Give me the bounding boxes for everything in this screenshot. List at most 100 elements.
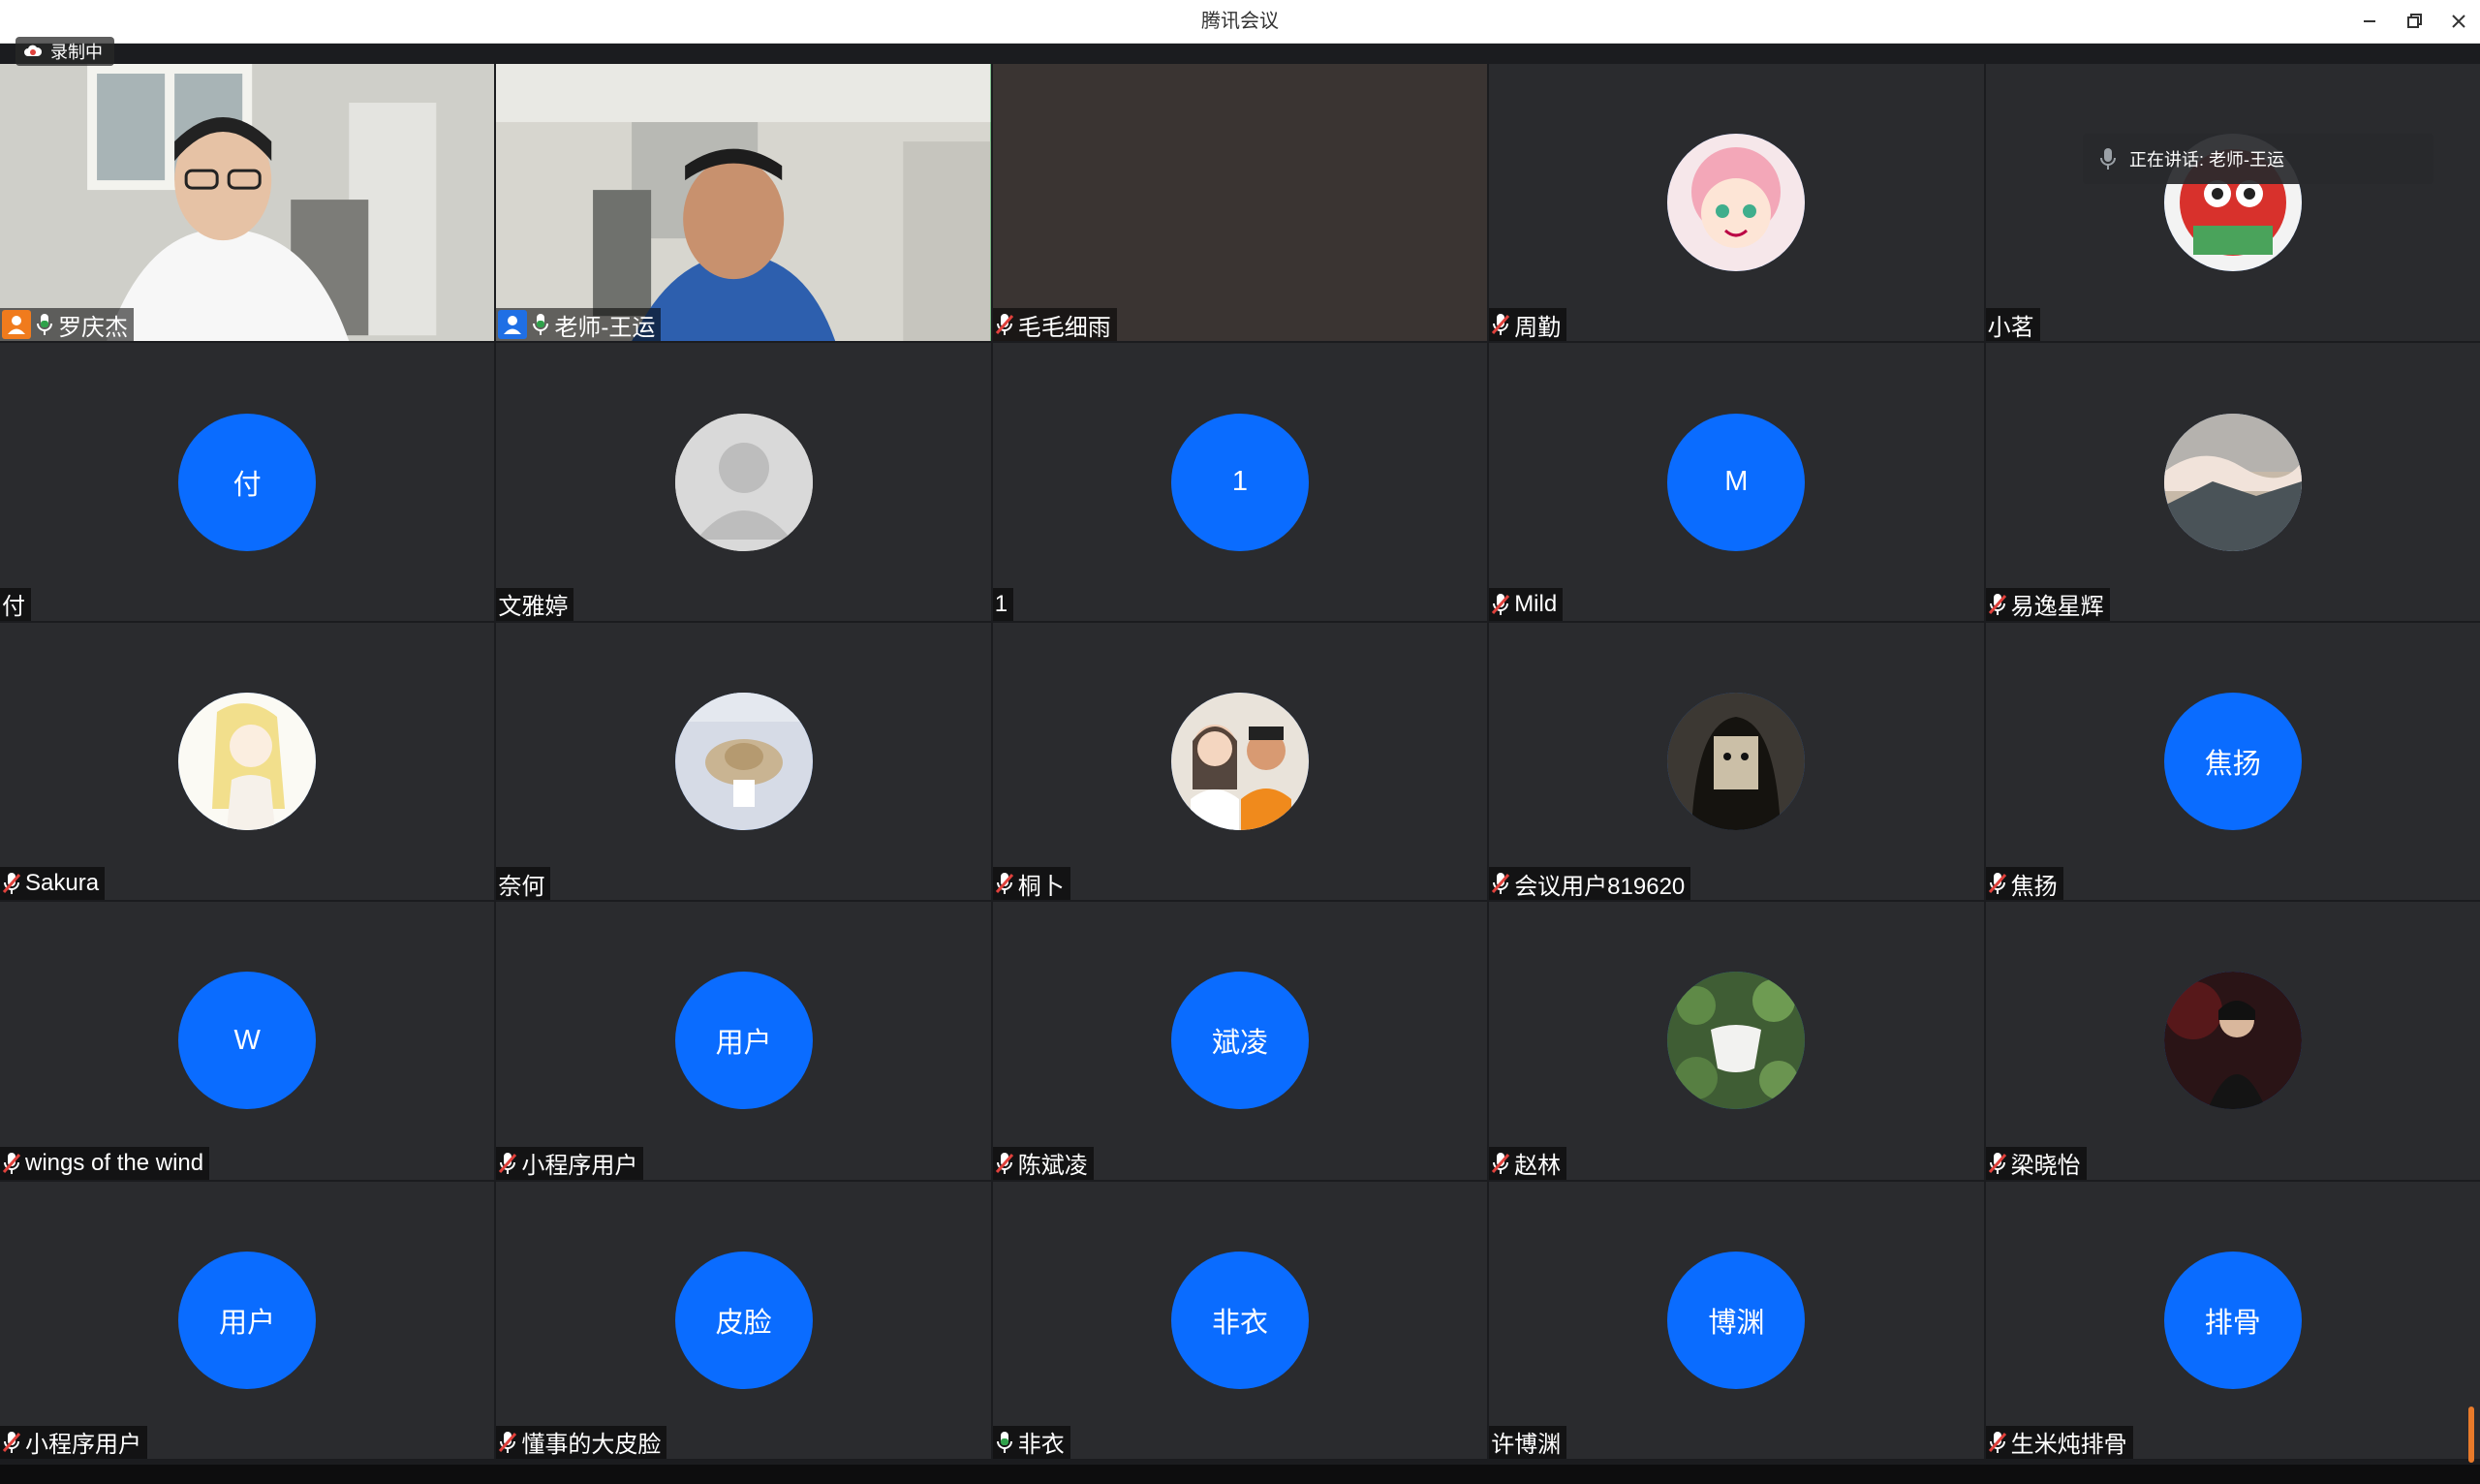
participant-nameplate: Sakura	[0, 867, 106, 901]
mic-muted-icon	[1491, 1151, 1510, 1176]
initials-avatar: 排骨	[2163, 1251, 2302, 1389]
profile-photo-avatar	[1667, 134, 1806, 272]
initials-avatar: 焦扬	[2163, 692, 2302, 830]
participant-name: 毛毛细雨	[1017, 314, 1111, 341]
participant-tile[interactable]: 用户 小程序用户	[0, 1181, 495, 1459]
speaking-indicator: 正在讲话: 老师-王运	[2083, 134, 2434, 184]
profile-photo-avatar	[2163, 972, 2302, 1110]
participant-name: 梁晓怡	[2010, 1153, 2081, 1180]
host-icon	[2, 310, 31, 340]
mic-muted-icon	[995, 871, 1014, 896]
participant-tile[interactable]: 梁晓怡	[1985, 902, 2480, 1180]
restore-icon	[2407, 14, 2422, 28]
participant-tile[interactable]: 文雅婷	[496, 343, 991, 621]
profile-photo-avatar	[1170, 692, 1309, 830]
participant-tile[interactable]: 毛毛细雨	[992, 64, 1488, 342]
participant-tile[interactable]: 博渊许博渊	[1489, 1181, 1984, 1459]
participant-nameplate: 会议用户819620	[1489, 867, 1691, 901]
cohost-icon	[498, 310, 528, 340]
profile-photo-avatar	[2163, 413, 2302, 551]
initials-avatar: 博渊	[1667, 1251, 1806, 1389]
participant-name: 桐卜	[1017, 873, 1065, 900]
participant-tile[interactable]: M Mild	[1489, 343, 1984, 621]
participant-name: 付	[2, 594, 25, 621]
mic-muted-icon	[1491, 592, 1510, 617]
participant-nameplate: 焦扬	[1985, 867, 2063, 901]
initials-avatar: 1	[1170, 413, 1309, 551]
participant-nameplate: 1	[992, 587, 1014, 621]
participant-tile[interactable]: Wwings of the wind	[0, 902, 495, 1180]
participant-tile[interactable]: 罗庆杰	[0, 64, 495, 342]
participant-tile[interactable]: 非衣 非衣	[992, 1181, 1488, 1459]
participant-tile[interactable]: 赵林	[1489, 902, 1984, 1180]
participant-tile[interactable]: 焦扬 焦扬	[1985, 622, 2480, 901]
participant-tile[interactable]: 排骨生米炖排骨	[1985, 1181, 2480, 1459]
close-icon	[2452, 15, 2465, 28]
participant-nameplate: 梁晓怡	[1985, 1146, 2087, 1180]
participant-nameplate: 毛毛细雨	[992, 308, 1117, 342]
camera-video	[0, 64, 495, 342]
participant-name: wings of the wind	[25, 1149, 204, 1176]
participant-nameplate: 许博渊	[1489, 1425, 1567, 1459]
bottom-strip	[0, 1465, 2480, 1484]
participant-nameplate: 小程序用户	[496, 1146, 644, 1180]
mic-muted-icon	[2, 1151, 21, 1176]
participant-tile[interactable]: 小茗	[1985, 64, 2480, 342]
participant-name: 会议用户819620	[1514, 873, 1686, 900]
participant-tile[interactable]: 易逸星辉	[1985, 343, 2480, 621]
title-bar: 腾讯会议	[0, 0, 2480, 44]
participant-name: 小程序用户	[25, 1432, 141, 1459]
participant-nameplate: 易逸星辉	[1985, 587, 2110, 621]
speaking-label: 正在讲话: 老师-王运	[2129, 150, 2284, 170]
participant-tile[interactable]: 用户小程序用户	[496, 902, 991, 1180]
participant-name: 陈斌凌	[1017, 1153, 1088, 1180]
initials-avatar: 付	[178, 413, 317, 551]
participant-tile[interactable]: 11	[992, 343, 1488, 621]
mic-muted-icon	[1988, 592, 2007, 617]
participant-name: 懂事的大皮脸	[521, 1432, 662, 1459]
participant-nameplate: 赵林	[1489, 1146, 1567, 1180]
participant-tile[interactable]: 会议用户819620	[1489, 622, 1984, 901]
recording-badge[interactable]: 录制中	[16, 37, 114, 66]
mic-icon	[531, 312, 550, 337]
participant-name: 非衣	[1017, 1432, 1065, 1459]
participant-nameplate: 非衣	[992, 1425, 1070, 1459]
participant-name: 1	[994, 590, 1008, 617]
participant-name: 罗庆杰	[58, 314, 128, 341]
scrollbar-thumb[interactable]	[2468, 1407, 2474, 1463]
mic-muted-icon	[498, 1430, 517, 1455]
participant-tile[interactable]: 皮脸懂事的大皮脸	[496, 1181, 991, 1459]
minimize-icon	[2364, 20, 2375, 22]
mic-muted-icon	[1491, 871, 1510, 896]
participant-nameplate: 罗庆杰	[0, 308, 134, 342]
participant-tile[interactable]: 桐卜	[992, 622, 1488, 901]
restore-button[interactable]	[2399, 6, 2430, 37]
mic-muted-icon	[1491, 312, 1510, 337]
participant-nameplate: 懂事的大皮脸	[496, 1425, 667, 1459]
initials-avatar: 皮脸	[674, 1251, 813, 1389]
initials-avatar: 用户	[674, 972, 813, 1110]
participant-tile[interactable]: 斌凌陈斌凌	[992, 902, 1488, 1180]
participant-nameplate: 奈何	[496, 867, 551, 901]
camera-video	[496, 64, 991, 342]
participant-grid: 罗庆杰 老师-王运 毛毛细雨 周勤 小茗付付文雅婷 1 1 M Mild 易逸星辉 Sakura 奈何…	[0, 64, 2480, 1459]
mic-icon	[35, 312, 54, 337]
profile-photo-avatar	[1667, 972, 1806, 1110]
initials-avatar: 非衣	[1170, 1251, 1309, 1389]
recording-label: 录制中	[50, 43, 103, 62]
minimize-button[interactable]	[2354, 6, 2385, 37]
participant-tile[interactable]: 周勤	[1489, 64, 1984, 342]
participant-tile[interactable]: 老师-王运	[496, 64, 991, 342]
participant-tile[interactable]: 奈何	[496, 622, 991, 901]
close-button[interactable]	[2443, 6, 2474, 37]
mic-icon	[995, 1430, 1014, 1455]
participant-name: 赵林	[1514, 1153, 1562, 1180]
participant-name: 生米炖排骨	[2010, 1432, 2127, 1459]
initials-avatar: 斌凌	[1170, 972, 1309, 1110]
participant-name: 周勤	[1514, 314, 1562, 341]
participant-tile[interactable]: Sakura	[0, 622, 495, 901]
participant-name: Sakura	[25, 870, 100, 897]
participant-name: 许博渊	[1491, 1432, 1562, 1459]
participant-name: 小茗	[1987, 314, 2034, 341]
participant-tile[interactable]: 付付	[0, 343, 495, 621]
